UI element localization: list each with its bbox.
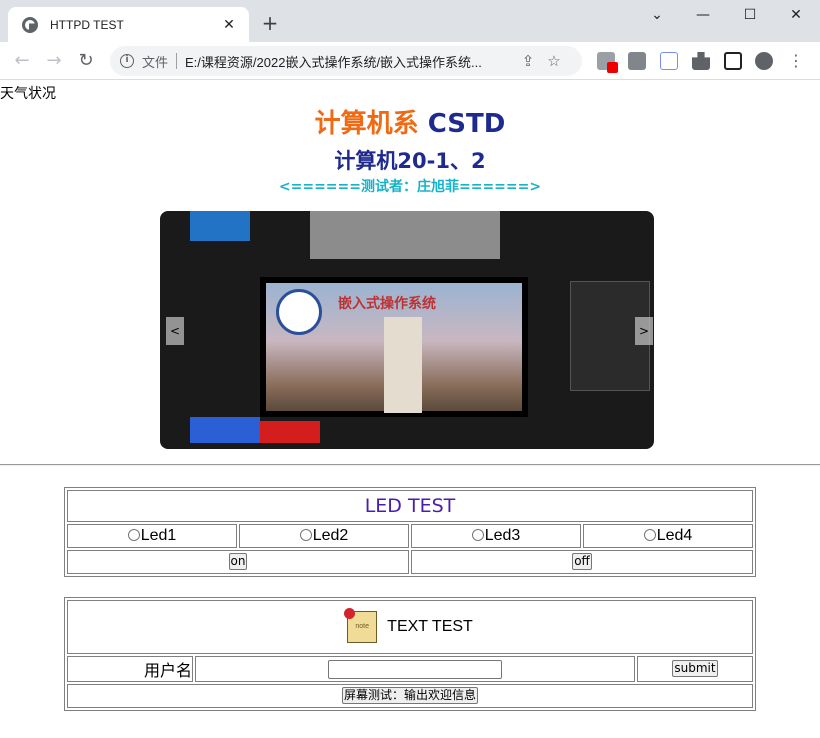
slide-title: 嵌入式操作系统 [338,296,436,312]
star-icon[interactable]: ☆ [541,52,567,70]
text-test-table: note TEXT TEST 用户名 submit 屏幕测试：输出欢迎信息 [64,597,756,711]
title-department: 计算机系 [314,109,419,139]
vue-ext-icon[interactable] [660,52,678,70]
led4-label: Led4 [656,527,693,544]
led4-radio[interactable] [643,529,656,541]
tab-search-icon[interactable]: ⌄ [634,0,680,30]
forward-button[interactable]: → [42,50,66,72]
slide-building [384,317,422,413]
security-label: 文件 [142,54,169,70]
class-name: 计算机20-1、2 [334,149,486,173]
submit-cell: submit [637,656,753,682]
submit-button[interactable]: submit [672,660,718,678]
led1-radio[interactable] [127,529,140,541]
globe-icon [22,16,38,33]
led3-radio[interactable] [471,529,484,541]
text-test-title: TEXT TEST [387,618,473,635]
led1-cell[interactable]: Led1 [67,524,237,548]
new-tab-button[interactable]: + [258,11,282,35]
page-title: 计算机系 CSTD [0,103,820,140]
led-test-table: LED TEST Led1 Led2 Led3 Led4 on off [64,487,756,577]
info-icon[interactable]: i [120,54,134,68]
university-logo [276,289,322,335]
maximize-button[interactable]: ☐ [727,0,773,30]
back-button[interactable]: ← [10,50,34,72]
title-cstd: CSTD [427,109,506,139]
profile-icon[interactable] [755,52,773,70]
username-input[interactable] [328,659,502,679]
extension-red-badge-icon[interactable] [597,52,618,73]
carousel-prev-button[interactable]: < [166,317,184,345]
username-cell [195,656,635,682]
note-icon: note [344,608,378,643]
dev-board-image: 嵌入式操作系统 [160,211,654,449]
share-icon[interactable]: ⇪ [515,52,541,70]
text-test-header: note TEXT TEST [67,600,753,654]
page-content: 天气状况 计算机系 CSTD 计算机20-1、2 <======测试者：庄旭菲=… [0,81,820,738]
board-ethernet [310,211,500,259]
url-text[interactable]: E:/课程资源/2022嵌入式操作系统/嵌入式操作系统... [185,52,515,71]
tab-strip: HTTPD TEST ✕ + ⌄ — ☐ ✕ [0,0,820,42]
led4-cell[interactable]: Led4 [583,524,753,548]
minimize-button[interactable]: — [680,0,726,30]
username-label: 用户名 [67,656,193,682]
led2-radio[interactable] [299,529,312,541]
on-cell: on [67,550,409,574]
divider [0,464,820,466]
puzzle-icon[interactable] [692,52,710,70]
screen-test-cell: 屏幕测试：输出欢迎信息 [67,684,753,708]
led3-label: Led3 [484,527,521,544]
close-window-button[interactable]: ✕ [773,0,819,30]
tab-title: HTTPD TEST [50,17,124,32]
search-ext-icon[interactable] [628,52,646,70]
board-header [190,417,260,443]
divider [176,53,178,69]
address-bar[interactable]: i 文件 E:/课程资源/2022嵌入式操作系统/嵌入式操作系统... ⇪ ☆ [110,46,582,76]
board-port [190,211,250,241]
reload-button[interactable]: ↻ [74,50,98,72]
led2-cell[interactable]: Led2 [239,524,409,548]
board-dip-switch [260,421,320,443]
board-lcd-screen: 嵌入式操作系统 [260,277,528,417]
menu-icon[interactable]: ⋮ [788,52,804,70]
led2-label: Led2 [312,527,349,544]
led1-label: Led1 [140,527,177,544]
sidebar-icon[interactable] [724,52,742,70]
led-test-title: LED TEST [67,490,753,522]
browser-tab[interactable]: HTTPD TEST ✕ [8,7,249,42]
carousel-next-button[interactable]: > [635,317,653,345]
tab-close-icon[interactable]: ✕ [219,17,239,33]
browser-toolbar: ← → ↻ i 文件 E:/课程资源/2022嵌入式操作系统/嵌入式操作系统..… [0,42,820,80]
tester-line: <======测试者：庄旭菲======> [278,179,542,195]
weather-label: 天气状况 [0,86,56,102]
led3-cell[interactable]: Led3 [411,524,581,548]
off-cell: off [411,550,753,574]
screen-test-button[interactable]: 屏幕测试：输出欢迎信息 [341,687,478,705]
off-button[interactable]: off [572,553,592,571]
on-button[interactable]: on [228,553,248,571]
